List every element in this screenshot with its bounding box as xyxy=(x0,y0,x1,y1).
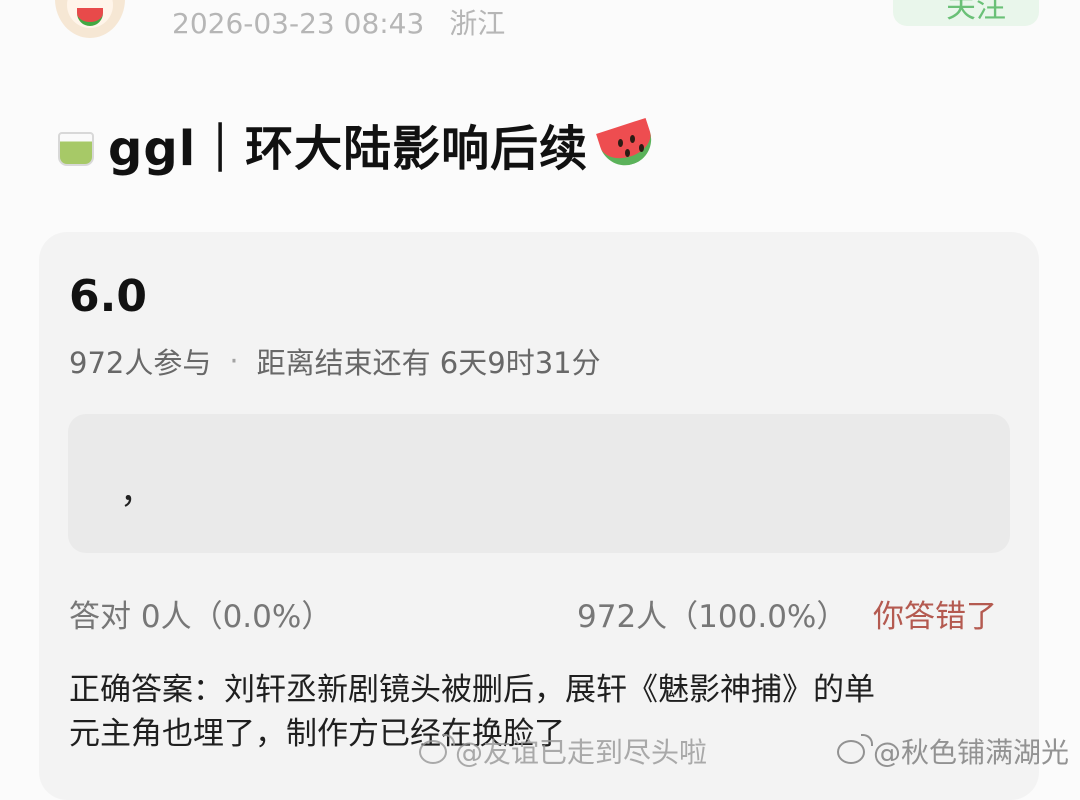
user-avatar[interactable] xyxy=(55,0,125,38)
watermark-right: @秋色铺满湖光 xyxy=(837,731,1069,771)
quiz-stats: 972人参与 · 距离结束还有 6天9时31分 xyxy=(69,340,601,382)
weibo-icon xyxy=(419,734,455,764)
post-header: 2026-03-23 08:43 浙江 关注 xyxy=(0,0,1080,46)
post-datetime: 2026-03-23 08:43 xyxy=(172,7,425,40)
watermark-center: @友谊已走到尽头啦 xyxy=(419,731,707,771)
post-title-row: ggl｜环大陆影响后续 xyxy=(56,104,660,184)
post-meta: 2026-03-23 08:43 浙江 xyxy=(172,2,505,42)
weibo-icon xyxy=(837,734,873,764)
wrong-stat: 972人（100.0%） xyxy=(577,599,848,635)
watermelon-icon xyxy=(596,117,660,173)
correct-stat: 答对 0人（0.0%） xyxy=(69,599,333,635)
watermark-right-text: @秋色铺满湖光 xyxy=(873,736,1070,769)
quiz-score: 6.0 xyxy=(69,271,147,322)
tea-icon xyxy=(56,120,96,168)
wrong-badge: 你答错了 xyxy=(873,599,997,635)
participant-count: 972人参与 xyxy=(69,346,212,380)
time-left: 距离结束还有 6天9时31分 xyxy=(256,346,601,380)
watermark-center-text: @友谊已走到尽头啦 xyxy=(455,736,708,769)
post-title: ggl｜环大陆影响后续 xyxy=(108,121,589,177)
quiz-option-text: ， xyxy=(120,472,154,512)
stats-separator: · xyxy=(229,344,239,378)
post-location: 浙江 xyxy=(449,7,506,40)
quiz-option[interactable]: ， xyxy=(68,414,1010,553)
follow-button-label: 关注 xyxy=(946,0,1006,25)
